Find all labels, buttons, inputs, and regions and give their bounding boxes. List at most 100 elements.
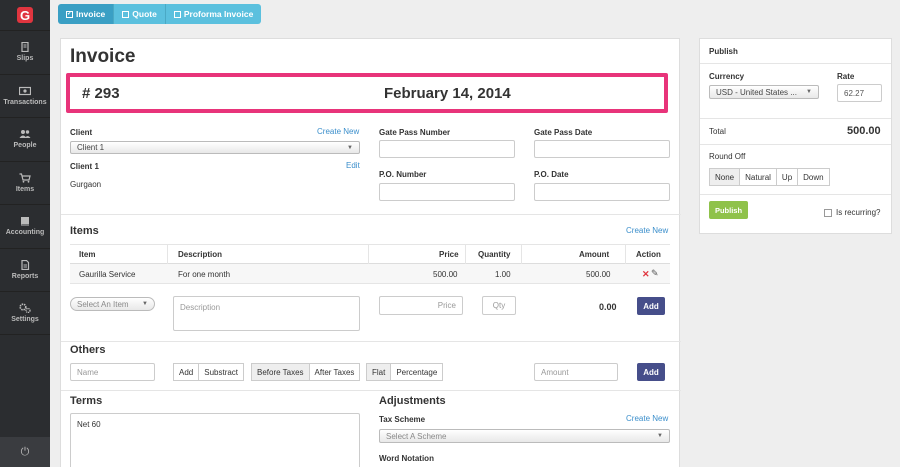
currency-value: USD - United States ...	[716, 87, 797, 97]
po-number-label: P.O. Number	[379, 170, 427, 179]
currency-select[interactable]: USD - United States ... ▼	[709, 85, 819, 99]
gate-pass-date-input[interactable]	[534, 140, 670, 158]
others-name-placeholder: Name	[77, 367, 99, 377]
po-date-input[interactable]	[534, 183, 670, 201]
item-select[interactable]: Select An Item ▼	[70, 297, 155, 311]
sidebar-item-items[interactable]: Items	[0, 160, 50, 205]
round-natural-button[interactable]: Natural	[739, 168, 777, 186]
power-button[interactable]: ⏻	[0, 437, 50, 467]
tab-quote[interactable]: Quote	[114, 4, 166, 24]
publish-button[interactable]: Publish	[709, 201, 748, 219]
total-label: Total	[709, 127, 726, 136]
description-textarea[interactable]: Description	[173, 296, 360, 331]
rate-input[interactable]: 62.27	[837, 84, 882, 102]
tab-label: Proforma Invoice	[183, 9, 254, 19]
tax-scheme-create-new-link[interactable]: Create New	[626, 414, 668, 423]
column-divider	[368, 245, 369, 264]
qty-input[interactable]: Qty	[482, 296, 516, 315]
items-table-header: Item Description Price Quantity Amount A…	[70, 244, 670, 264]
tab-invoice[interactable]: ✓ Invoice	[58, 4, 115, 24]
qty-placeholder: Qty	[492, 301, 506, 310]
delete-icon[interactable]: ✕	[642, 269, 650, 280]
sidebar-item-label: Reports	[11, 272, 39, 280]
recurring-label: Is recurring?	[836, 208, 881, 217]
price-placeholder: Price	[437, 301, 456, 310]
add-other-button[interactable]: Add	[637, 363, 665, 381]
item-select-placeholder: Select An Item	[77, 299, 129, 309]
add-toggle-button[interactable]: Add	[173, 363, 200, 381]
document-type-tabs: ✓ Invoice Quote Proforma Invoice	[58, 4, 262, 24]
sidebar-item-accounting[interactable]: Accounting	[0, 204, 50, 248]
row-amount: 500.00	[586, 270, 611, 279]
before-taxes-button[interactable]: Before Taxes	[251, 363, 310, 381]
rate-value: 62.27	[844, 88, 865, 98]
sidebar-item-slips[interactable]: Slips	[0, 30, 50, 74]
divider	[700, 118, 891, 119]
publish-title: Publish	[709, 47, 738, 56]
divider	[61, 341, 681, 342]
row-item: Gaurilla Service	[79, 270, 136, 279]
logo[interactable]: G	[0, 0, 50, 30]
after-taxes-button[interactable]: After Taxes	[308, 363, 361, 381]
total-value: 500.00	[847, 125, 881, 137]
terms-textarea[interactable]: Net 60	[70, 413, 360, 467]
po-number-input[interactable]	[379, 183, 515, 201]
substract-toggle-button[interactable]: Substract	[198, 363, 245, 381]
others-amount-input[interactable]: Amount	[534, 363, 618, 381]
client-name: Client 1	[70, 162, 99, 171]
sidebar-item-transactions[interactable]: Transactions	[0, 73, 50, 118]
round-down-button[interactable]: Down	[797, 168, 830, 186]
sidebar-item-people[interactable]: People	[0, 117, 50, 161]
chevron-down-icon: ▼	[347, 144, 353, 151]
cart-icon	[19, 173, 31, 183]
row-price: 500.00	[433, 270, 458, 279]
description-placeholder: Description	[180, 303, 221, 312]
sidebar-item-reports[interactable]: Reports	[0, 247, 50, 292]
column-divider	[521, 245, 522, 264]
slips-icon	[19, 42, 31, 53]
client-address: Gurgaon	[70, 180, 102, 189]
terms-value: Net 60	[77, 420, 101, 429]
checkbox-icon	[173, 10, 181, 18]
invoice-date[interactable]: February 14, 2014	[384, 85, 511, 102]
currency-label: Currency	[709, 72, 745, 81]
transactions-icon	[18, 86, 32, 96]
add-item-button[interactable]: Add	[637, 297, 665, 315]
tax-timing-toggle: Before Taxes After Taxes	[251, 363, 361, 381]
row-quantity: 1.00	[495, 270, 511, 279]
items-section-title: Items	[70, 225, 99, 237]
tab-label: Invoice	[76, 9, 106, 19]
edit-icon[interactable]: ✎	[651, 268, 659, 279]
round-up-button[interactable]: Up	[775, 168, 799, 186]
sidebar-item-settings[interactable]: Settings	[0, 291, 50, 335]
price-input[interactable]: Price	[379, 296, 463, 315]
others-name-input[interactable]: Name	[70, 363, 155, 381]
add-substract-toggle: Add Substract	[173, 363, 245, 381]
invoice-panel: Invoice # 293 February 14, 2014 Client C…	[60, 38, 681, 467]
sidebar-item-label: Items	[15, 185, 35, 193]
sidebar-item-label: Settings	[11, 315, 39, 323]
column-header-action: Action	[636, 250, 661, 259]
divider	[700, 63, 891, 64]
divider	[700, 144, 891, 145]
percentage-button[interactable]: Percentage	[390, 363, 444, 381]
client-label: Client	[70, 128, 93, 137]
client-select[interactable]: Client 1 ▼	[70, 141, 360, 154]
gate-pass-number-input[interactable]	[379, 140, 515, 158]
round-none-button[interactable]: None	[709, 168, 741, 186]
items-create-new-link[interactable]: Create New	[626, 226, 668, 235]
recurring-checkbox[interactable]	[824, 209, 832, 217]
logo-mark: G	[17, 7, 33, 23]
column-header-amount: Amount	[579, 250, 610, 259]
word-notation-label: Word Notation	[379, 454, 434, 463]
divider	[61, 390, 681, 391]
client-edit-link[interactable]: Edit	[346, 161, 360, 170]
report-icon	[19, 259, 31, 270]
checkbox-icon	[122, 10, 130, 18]
tab-proforma-invoice[interactable]: Proforma Invoice	[165, 4, 262, 24]
tax-scheme-select[interactable]: Select A Scheme ▼	[379, 429, 670, 443]
flat-button[interactable]: Flat	[366, 363, 392, 381]
client-create-new-link[interactable]: Create New	[317, 127, 359, 136]
tax-scheme-label: Tax Scheme	[379, 415, 426, 424]
page-title: Invoice	[70, 46, 136, 67]
